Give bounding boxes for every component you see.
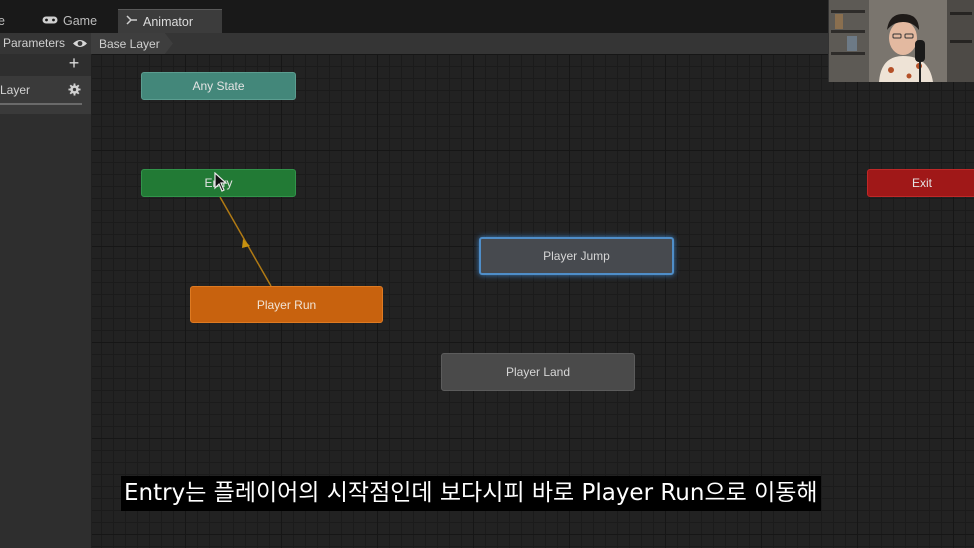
animator-icon xyxy=(126,15,138,28)
state-player-land[interactable]: Player Land xyxy=(441,353,635,391)
mouse-cursor-icon xyxy=(214,172,228,192)
breadcrumb-label: Base Layer xyxy=(99,36,160,51)
gamepad-icon xyxy=(42,15,58,28)
tab-label: Game xyxy=(63,14,98,28)
tab-label: e xyxy=(0,14,5,28)
tab-label: Animator xyxy=(143,14,194,29)
parameters-tab[interactable]: Parameters xyxy=(3,36,65,50)
tab-game[interactable]: Game xyxy=(34,9,118,33)
tab-scene-partial[interactable]: e xyxy=(0,9,8,33)
layer-name: Layer xyxy=(0,83,31,97)
eye-icon[interactable] xyxy=(72,38,88,49)
state-player-run[interactable]: Player Run xyxy=(190,286,383,323)
layer-item-base[interactable]: Layer xyxy=(0,76,91,114)
webcam-person-image xyxy=(829,0,974,82)
add-layer-button[interactable]: + xyxy=(64,54,84,72)
breadcrumb-base-layer[interactable]: Base Layer xyxy=(91,33,173,54)
gear-icon[interactable] xyxy=(68,83,81,96)
tab-animator[interactable]: Animator xyxy=(118,9,222,33)
layer-weight-bar xyxy=(0,103,82,105)
state-player-jump[interactable]: Player Jump xyxy=(479,237,674,275)
state-exit[interactable]: Exit xyxy=(867,169,974,197)
layers-panel: + Layer xyxy=(0,54,92,548)
state-any-state[interactable]: Any State xyxy=(141,72,296,100)
video-subtitle: Entry는 플레이어의 시작점인데 보다시피 바로 Player Run으로 … xyxy=(121,476,821,511)
webcam-overlay xyxy=(828,0,974,82)
